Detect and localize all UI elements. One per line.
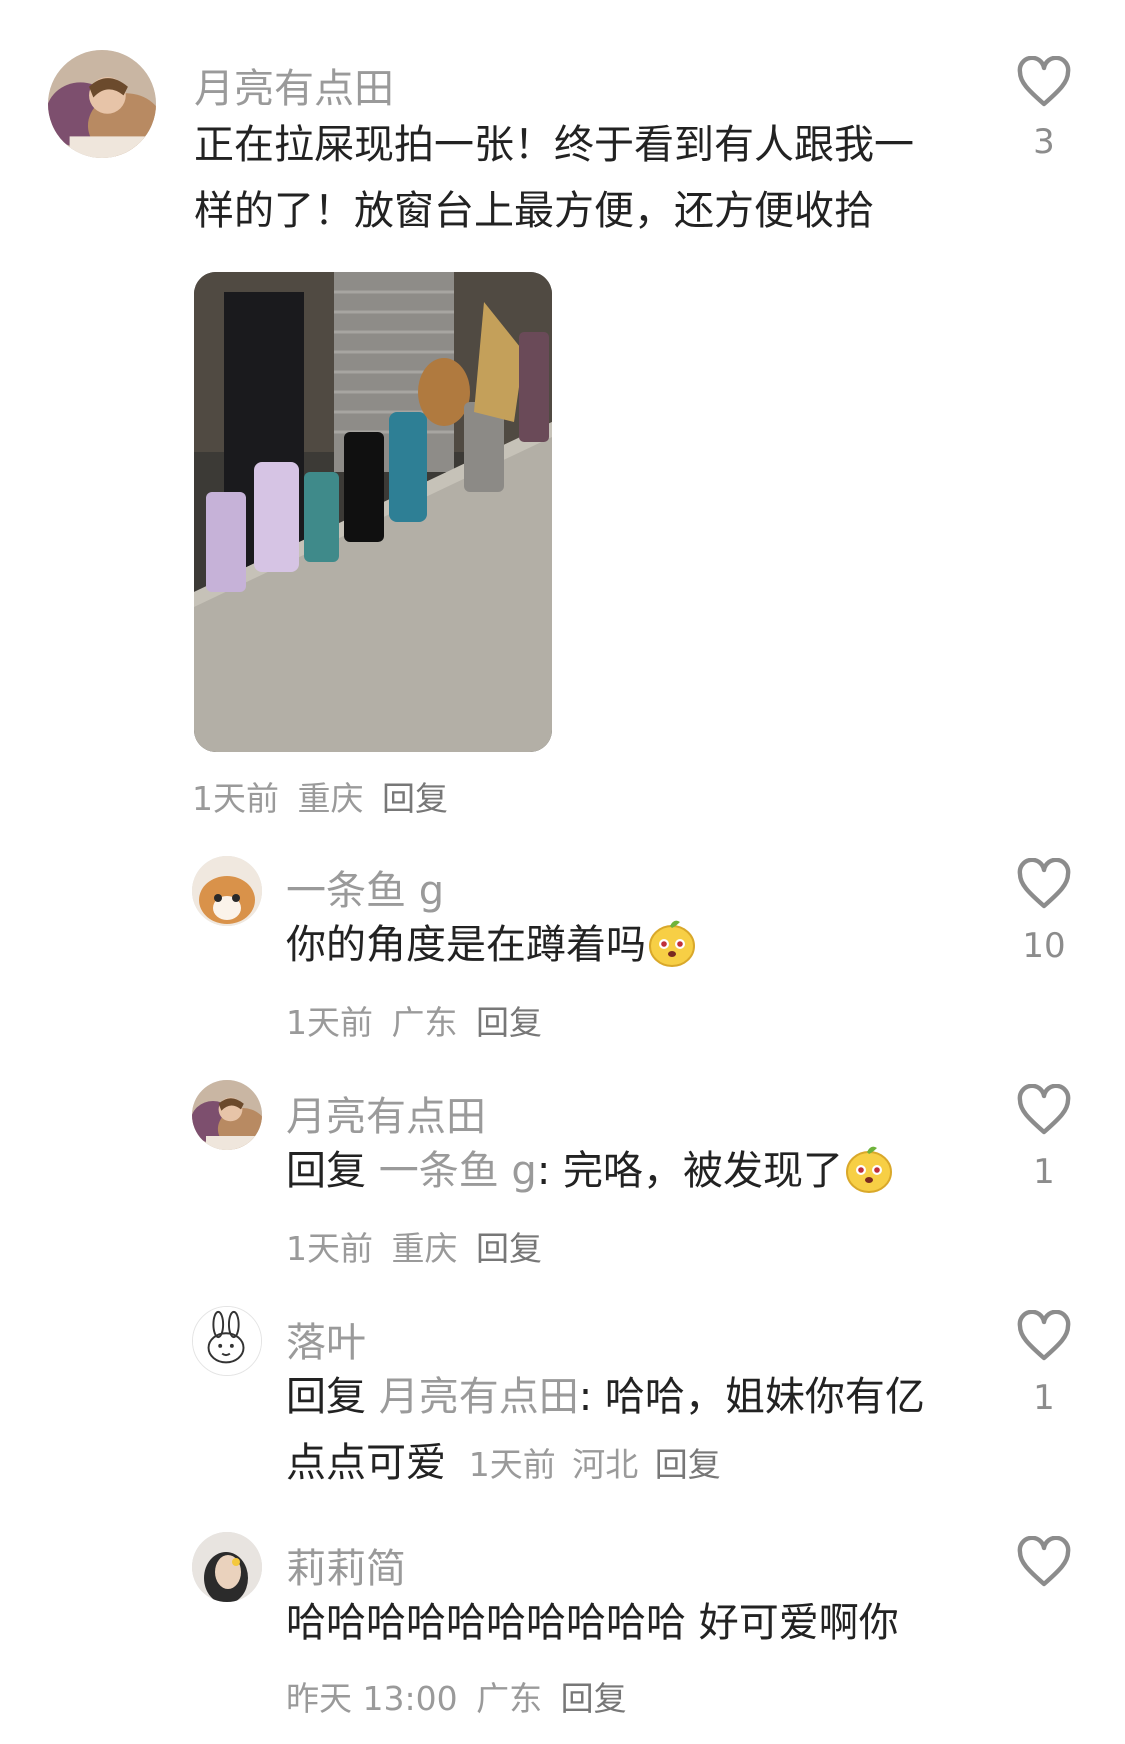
avatar[interactable] [48, 50, 156, 158]
comment-text-line: 正在拉屎现拍一张！终于看到有人跟我一 [194, 122, 914, 168]
comment-location: 广东 [391, 1003, 458, 1042]
like-count: 1 [1033, 1152, 1055, 1192]
photo-image [194, 272, 552, 752]
comment-text: 正在拉屎现拍一张！终于看到有人跟我一 样的了！放窗台上最方便，还方便收拾 [194, 112, 954, 244]
avatar[interactable] [192, 1080, 262, 1150]
comment-location: 重庆 [391, 1229, 458, 1268]
comment-location: 河北 [572, 1445, 639, 1484]
heart-outline-icon[interactable] [1016, 1536, 1072, 1588]
mention-link[interactable]: 一条鱼 g [379, 1148, 537, 1194]
comment-text: 哈哈哈哈哈哈哈哈哈哈 好可爱啊你 [286, 1600, 899, 1646]
comment-photo[interactable] [194, 272, 552, 752]
avatar[interactable] [192, 1306, 262, 1376]
comment-meta: 1天前 广东 回复 [286, 996, 542, 1044]
pear-face-emoji [649, 920, 695, 967]
comment-username[interactable]: 月亮有点田 [194, 56, 394, 114]
mention-link[interactable]: 月亮有点田 [379, 1374, 579, 1420]
like-count: 1 [1033, 1378, 1055, 1418]
comment-text: 回复 月亮有点田: 哈哈，姐妹你有亿 点点可爱 1天前 河北 回复 [286, 1374, 925, 1486]
reply-button[interactable]: 回复 [476, 1229, 542, 1268]
comment-time: 1天前 [286, 1229, 373, 1268]
comment-username[interactable]: 莉莉简 [286, 1536, 406, 1594]
pear-face-emoji [846, 1146, 893, 1193]
comment-text: 你的角度是在蹲着吗 [286, 912, 698, 978]
heart-outline-icon[interactable] [1016, 56, 1072, 108]
comment-meta: 昨天 13:00 广东 回复 [286, 1672, 627, 1720]
avatar-image [193, 1307, 261, 1375]
avatar-image [192, 856, 262, 926]
avatar-image [192, 1532, 262, 1602]
reply-button[interactable]: 回复 [476, 1003, 542, 1042]
comment-text-line: 样的了！放窗台上最方便，还方便收拾 [194, 188, 874, 234]
comment-meta: 1天前 重庆 回复 [286, 1222, 542, 1270]
heart-outline-icon[interactable] [1016, 858, 1072, 910]
reply-button[interactable]: 回复 [561, 1679, 627, 1718]
like-count: 3 [1033, 122, 1055, 162]
comment-time: 昨天 13:00 [286, 1679, 458, 1718]
comment-location: 广东 [476, 1679, 543, 1718]
like-count: 10 [1022, 926, 1066, 966]
avatar-image [48, 50, 156, 158]
comment-meta: 1天前 重庆 回复 [192, 772, 448, 820]
reply-button[interactable]: 回复 [655, 1445, 721, 1484]
comment-username[interactable]: 月亮有点田 [286, 1084, 486, 1142]
heart-outline-icon[interactable] [1016, 1310, 1072, 1362]
comment-username[interactable]: 一条鱼 g [286, 858, 444, 916]
comment-time: 1天前 [192, 779, 279, 818]
comment-meta: 1天前 河北 回复 [469, 1445, 721, 1484]
comment-time: 1天前 [286, 1003, 373, 1042]
heart-outline-icon[interactable] [1016, 1084, 1072, 1136]
comment-username[interactable]: 落叶 [286, 1310, 366, 1368]
comment-time: 1天前 [468, 1445, 556, 1484]
avatar-image [192, 1080, 262, 1150]
comment-location: 重庆 [297, 779, 364, 818]
comment-text: 回复 一条鱼 g: 完咯，被发现了 [286, 1138, 895, 1204]
avatar[interactable] [192, 856, 262, 926]
reply-button[interactable]: 回复 [382, 779, 448, 818]
avatar[interactable] [192, 1532, 262, 1602]
